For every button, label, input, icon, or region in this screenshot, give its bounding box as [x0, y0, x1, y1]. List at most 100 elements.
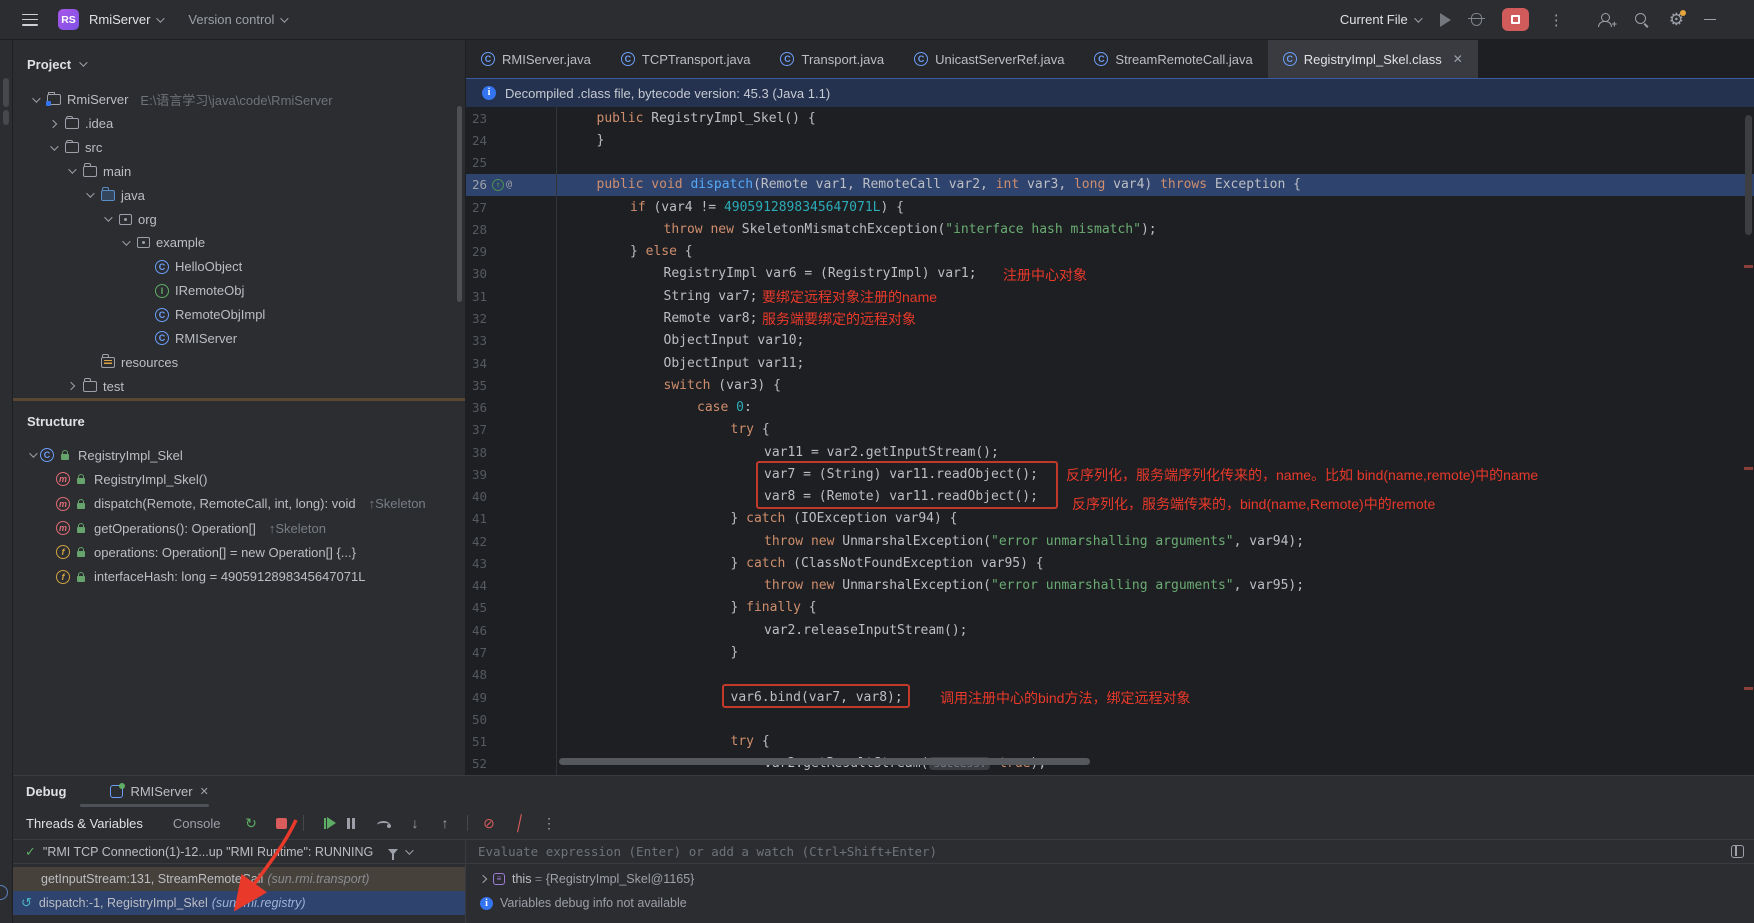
code-line-24[interactable]: 24}: [466, 129, 1754, 151]
structure-item[interactable]: mdispatch(Remote, RemoteCall, int, long)…: [13, 492, 465, 516]
editor-tab-rmiserver-java[interactable]: CRMIServer.java: [466, 40, 606, 78]
editor-tab-unicastserverref-java[interactable]: CUnicastServerRef.java: [899, 40, 1079, 78]
frame-row-dispatch[interactable]: ↺dispatch:-1, RegistryImpl_Skel(sun.rmi.…: [13, 891, 465, 915]
code-line-26[interactable]: 26↑@public void dispatch(Remote var1, Re…: [466, 174, 1754, 196]
chevron-down-icon[interactable]: [405, 846, 413, 854]
code-line-28[interactable]: 28throw new SkeletonMismatchException("i…: [466, 218, 1754, 240]
editor-tab-streamremotecall-java[interactable]: CStreamRemoteCall.java: [1079, 40, 1267, 78]
debug-more-options-icon[interactable]: ⋮: [541, 815, 558, 832]
code-line-33[interactable]: 33ObjectInput var10;: [466, 330, 1754, 352]
code-line-30[interactable]: 30RegistryImpl var6 = (RegistryImpl) var…: [466, 263, 1754, 285]
evaluate-expression-input[interactable]: [478, 844, 1631, 859]
editor-tab-transport-java[interactable]: CTransport.java: [765, 40, 899, 78]
code-line-23[interactable]: 23public RegistryImpl_Skel() {: [466, 107, 1754, 129]
tree-item-rmiserver[interactable]: CRMIServer: [13, 326, 465, 350]
variable-this-row[interactable]: ≡ this = {RegistryImpl_Skel@1165}: [466, 867, 1754, 891]
structure-item[interactable]: mgetOperations(): Operation[]↑Skeleton: [13, 516, 465, 540]
tree-item-main[interactable]: main: [13, 160, 465, 184]
main-menu-icon[interactable]: [22, 14, 38, 26]
project-toolwindow-stripe-button[interactable]: [3, 78, 9, 107]
chevron-right-icon[interactable]: [49, 120, 57, 128]
structure-item[interactable]: mRegistryImpl_Skel(): [13, 467, 465, 491]
tree-item--idea[interactable]: .idea: [13, 112, 465, 136]
chevron-down-icon[interactable]: [32, 94, 40, 102]
minimize-icon[interactable]: [1704, 19, 1716, 21]
chevron-right-icon[interactable]: [479, 875, 487, 883]
code-line-43[interactable]: 43} catch (ClassNotFoundException var95)…: [466, 552, 1754, 574]
step-out-icon[interactable]: ↑: [437, 815, 454, 831]
code-line-27[interactable]: 27if (var4 != 4905912898345647071L) {: [466, 196, 1754, 218]
structure-item[interactable]: CRegistryImpl_Skel: [13, 443, 465, 467]
tree-item-iremoteobj[interactable]: IIRemoteObj: [13, 279, 465, 303]
tree-item-resources[interactable]: resources: [13, 350, 465, 374]
override-marker-icon[interactable]: ↑: [492, 179, 504, 191]
resume-icon[interactable]: [317, 817, 334, 829]
chevron-down-icon[interactable]: [122, 237, 130, 245]
pause-icon[interactable]: [347, 818, 364, 829]
chevron-down-icon[interactable]: [86, 190, 94, 198]
project-scrollbar[interactable]: [457, 106, 462, 302]
structure-toolwindow-stripe-button[interactable]: [3, 110, 9, 125]
close-icon[interactable]: ✕: [200, 785, 209, 798]
code-line-31[interactable]: 31String var7;要绑定远程对象注册的name: [466, 285, 1754, 307]
settings-icon[interactable]: ⚙: [1669, 11, 1684, 28]
project-widget[interactable]: RmiServer: [89, 12, 162, 27]
code-line-25[interactable]: 25: [466, 152, 1754, 174]
code-line-39[interactable]: 39var7 = (String) var11.readObject();反序列…: [466, 463, 1754, 485]
filter-icon[interactable]: [388, 849, 398, 855]
debug-icon[interactable]: [1471, 13, 1482, 26]
code-line-34[interactable]: 34ObjectInput var11;: [466, 352, 1754, 374]
code-line-51[interactable]: 51try {: [466, 730, 1754, 752]
rerun-icon[interactable]: ↻: [243, 815, 260, 832]
editor-tab-registryimpl_skel-class[interactable]: CRegistryImpl_Skel.class✕: [1268, 40, 1478, 78]
run-configuration-selector[interactable]: Current File: [1340, 12, 1420, 27]
stop-button[interactable]: [1502, 8, 1529, 31]
debug-toolwindow-stripe-icon[interactable]: [0, 885, 8, 900]
project-badge[interactable]: RS: [58, 9, 79, 30]
editor-tab-tcptransport-java[interactable]: CTCPTransport.java: [606, 40, 766, 78]
remove-breakpoints-icon[interactable]: ╱: [509, 813, 530, 834]
tree-item-src[interactable]: src: [13, 136, 465, 160]
code-line-42[interactable]: 42throw new UnmarshalException("error un…: [466, 530, 1754, 552]
debug-session-tab[interactable]: RMIServer ✕: [110, 784, 208, 799]
step-over-icon[interactable]: [377, 818, 394, 829]
code-line-50[interactable]: 50: [466, 708, 1754, 730]
stop-session-icon[interactable]: [273, 817, 290, 829]
search-everywhere-icon[interactable]: [1634, 12, 1649, 27]
code-editor[interactable]: 23public RegistryImpl_Skel() {24}2526↑@p…: [466, 107, 1754, 775]
vertical-scrollbar[interactable]: [1745, 115, 1752, 235]
frame-row-getinputstream[interactable]: getInputStream:131, StreamRemoteCall(sun…: [13, 867, 465, 891]
code-line-40[interactable]: 40var8 = (Remote) var11.readObject();反序列…: [466, 486, 1754, 508]
tree-item-java[interactable]: java: [13, 183, 465, 207]
step-into-icon[interactable]: ↓: [407, 815, 424, 831]
code-line-49[interactable]: 49var6.bind(var7, var8);调用注册中心的bind方法，绑定…: [466, 686, 1754, 708]
chevron-right-icon[interactable]: [67, 382, 75, 390]
code-with-me-icon[interactable]: +: [1598, 13, 1614, 27]
code-line-35[interactable]: 35switch (var3) {: [466, 374, 1754, 396]
chevron-down-icon[interactable]: [68, 166, 76, 174]
code-line-29[interactable]: 29} else {: [466, 241, 1754, 263]
run-icon[interactable]: [1440, 13, 1451, 27]
tree-item-remoteobjimpl[interactable]: CRemoteObjImpl: [13, 303, 465, 327]
layout-settings-icon[interactable]: [1731, 845, 1744, 858]
structure-item[interactable]: finterfaceHash: long = 49059128983456470…: [13, 564, 465, 588]
more-actions-icon[interactable]: ⋮: [1549, 11, 1564, 29]
tree-item-org[interactable]: org: [13, 207, 465, 231]
code-line-36[interactable]: 36case 0:: [466, 396, 1754, 418]
code-line-47[interactable]: 47}: [466, 641, 1754, 663]
chevron-down-icon[interactable]: [104, 213, 112, 221]
horizontal-scrollbar[interactable]: [559, 758, 1090, 765]
code-line-37[interactable]: 37try {: [466, 419, 1754, 441]
tree-item-example[interactable]: example: [13, 231, 465, 255]
code-line-46[interactable]: 46var2.releaseInputStream();: [466, 619, 1754, 641]
chevron-down-icon[interactable]: [29, 449, 37, 457]
structure-item[interactable]: foperations: Operation[] = new Operation…: [13, 540, 465, 564]
tab-threads-variables[interactable]: Threads & Variables: [26, 816, 143, 831]
close-icon[interactable]: ✕: [1453, 52, 1463, 66]
vcs-widget[interactable]: Version control: [188, 12, 286, 27]
code-line-48[interactable]: 48: [466, 664, 1754, 686]
thread-selector[interactable]: ✓ "RMI TCP Connection(1)-12...up "RMI Ru…: [13, 840, 466, 863]
tab-console[interactable]: Console: [173, 816, 221, 831]
project-panel-header[interactable]: Project: [13, 40, 465, 88]
code-line-41[interactable]: 41} catch (IOException var94) {: [466, 508, 1754, 530]
